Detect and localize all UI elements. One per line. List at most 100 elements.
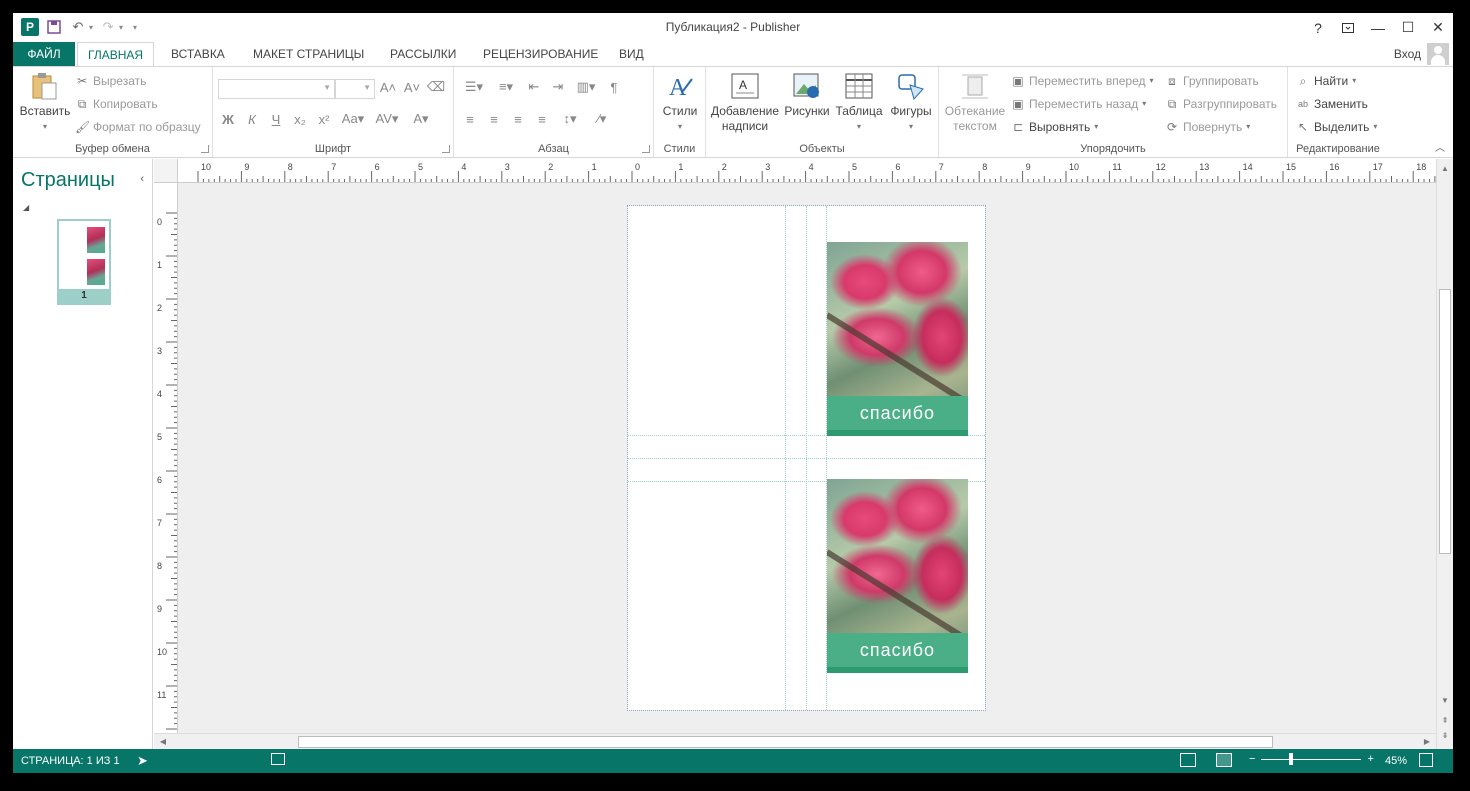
tab-page-design[interactable]: МАКЕТ СТРАНИЦЫ <box>243 42 374 66</box>
copy-label: Копировать <box>93 97 158 111</box>
bring-forward-label: Переместить вперед <box>1029 74 1146 88</box>
publication-page[interactable]: спасибо спасибо <box>627 205 986 711</box>
page-thumbnail[interactable]: 1 <box>57 219 111 305</box>
previous-page-icon[interactable]: ⇞ <box>1438 714 1452 728</box>
minimize-button[interactable]: — <box>1363 13 1393 42</box>
zoom-knob[interactable] <box>1289 752 1294 765</box>
columns-icon[interactable]: ▥▾ <box>572 79 600 95</box>
horizontal-ruler[interactable]: 10 9 8 7 6 5 4 3 2 1 0 1 2 3 4 5 6 7 8 9 10 11 12 13 14 15 16 17 18 <box>178 159 1438 183</box>
group-icon: ⧈ <box>1168 74 1176 88</box>
thank-you-card-bottom[interactable]: спасибо <box>827 479 968 673</box>
vertical-scroll-thumb[interactable] <box>1439 289 1451 554</box>
tab-home[interactable]: ГЛАВНАЯ <box>77 42 154 67</box>
help-button[interactable]: ? <box>1303 13 1333 42</box>
styles-button[interactable]: A Стили ▾ <box>660 71 700 134</box>
ungroup-button[interactable]: ⧉ Разгруппировать <box>1165 94 1277 114</box>
pictures-button[interactable]: Рисунки <box>782 71 832 119</box>
line-spacing-icon[interactable]: ↕▾ <box>556 111 584 127</box>
underline-button[interactable]: Ч <box>266 112 286 127</box>
align-button[interactable]: ⊏ Выровнять ▾ <box>1011 117 1098 137</box>
font-size-combo[interactable]: ▼ <box>335 79 375 99</box>
zoom-slider[interactable]: − + <box>1249 752 1374 765</box>
pilcrow-icon[interactable]: ¶ <box>604 80 624 95</box>
two-page-view-icon[interactable] <box>1216 753 1232 767</box>
tab-review[interactable]: РЕЦЕНЗИРОВАНИЕ <box>473 42 608 66</box>
paragraph-launcher-icon[interactable] <box>642 145 650 153</box>
justify-icon[interactable]: ≡ <box>532 112 552 127</box>
increase-indent-icon[interactable]: ⇥ <box>548 79 568 95</box>
shrink-font-icon[interactable]: A˅ <box>402 80 422 95</box>
format-painter-button[interactable]: 🖌 Формат по образцу <box>75 117 201 137</box>
horizontal-scroll-thumb[interactable] <box>298 736 1273 748</box>
bring-forward-button[interactable]: ▣ Переместить вперед ▾ <box>1011 71 1153 91</box>
copy-button[interactable]: ⧉ Копировать <box>75 94 158 114</box>
ruler-corner[interactable] <box>154 159 178 183</box>
align-left-icon[interactable]: ≡ <box>460 112 480 127</box>
ruler-label: 15 <box>1286 162 1296 172</box>
bullets-icon[interactable]: ☰▾ <box>460 79 488 95</box>
group-paragraph: ☰▾ ≡▾ ⇤ ⇥ ▥▾ ¶ ≡ ≡ ≡ ≡ ↕▾ ⁄▾ Абзац <box>454 67 654 157</box>
vertical-scrollbar[interactable]: ▲ ▼ ⇞ ⇟ <box>1436 159 1453 749</box>
zoom-in-icon[interactable]: + <box>1367 753 1373 765</box>
align-center-icon[interactable]: ≡ <box>484 112 504 127</box>
superscript-icon[interactable]: x² <box>314 112 334 127</box>
font-name-combo[interactable]: ▼ <box>218 79 335 99</box>
cursor-position-icon: ➤ <box>137 753 148 768</box>
draw-textbox-button[interactable]: A Добавление надписи <box>710 71 780 134</box>
paragraph-shading-icon[interactable]: ⁄▾ <box>588 111 616 127</box>
avatar[interactable] <box>1427 43 1449 65</box>
italic-button[interactable]: К <box>242 112 262 127</box>
zoom-track[interactable] <box>1261 752 1362 765</box>
zoom-out-icon[interactable]: − <box>1249 753 1255 765</box>
group-label-editing: Редактирование <box>1296 143 1380 155</box>
tab-file[interactable]: ФАЙЛ <box>13 42 75 66</box>
page-indicator[interactable]: СТРАНИЦА: 1 ИЗ 1 <box>21 755 120 767</box>
font-color-icon[interactable]: A▾ <box>406 111 436 127</box>
table-button[interactable]: Таблица ▾ <box>834 71 884 134</box>
scroll-right-icon[interactable]: ▶ <box>1420 735 1434 749</box>
close-button[interactable]: ✕ <box>1423 13 1453 42</box>
subscript-icon[interactable]: x₂ <box>290 112 310 127</box>
collapse-pane-icon[interactable]: ‹ <box>140 173 144 185</box>
decrease-indent-icon[interactable]: ⇤ <box>524 79 544 95</box>
clipboard-launcher-icon[interactable] <box>201 145 209 153</box>
next-page-icon[interactable]: ⇟ <box>1438 729 1452 743</box>
replace-button[interactable]: ab Заменить <box>1296 94 1368 114</box>
clear-formatting-icon[interactable]: ⌫ <box>426 79 446 95</box>
grow-font-icon[interactable]: A˄ <box>378 80 398 95</box>
collapse-ribbon-icon[interactable]: ︿ <box>1435 139 1445 154</box>
scroll-up-icon[interactable]: ▲ <box>1438 162 1452 176</box>
align-right-icon[interactable]: ≡ <box>508 112 528 127</box>
tab-insert[interactable]: ВСТАВКА <box>161 42 235 66</box>
maximize-button[interactable]: ☐ <box>1393 13 1423 42</box>
sign-in-link[interactable]: Вход <box>1394 47 1421 61</box>
font-launcher-icon[interactable] <box>442 145 450 153</box>
send-backward-button[interactable]: ▣ Переместить назад ▾ <box>1011 94 1146 114</box>
zoom-level[interactable]: 45% <box>1385 755 1407 767</box>
vertical-ruler[interactable]: 0123456789101112 <box>154 183 178 733</box>
single-page-view-icon[interactable] <box>1180 753 1196 767</box>
cut-button[interactable]: ✂ Вырезать <box>75 71 146 91</box>
ribbon-display-button[interactable] <box>1333 13 1363 42</box>
section-expand-icon[interactable]: ◢ <box>23 203 29 212</box>
workspace-canvas[interactable]: спасибо спасибо <box>178 183 1436 733</box>
horizontal-scrollbar[interactable]: ◀ ▶ <box>154 733 1436 749</box>
scroll-down-icon[interactable]: ▼ <box>1438 694 1452 708</box>
find-button[interactable]: ⌕ Найти ▾ <box>1296 71 1357 91</box>
bold-button[interactable]: Ж <box>218 112 238 127</box>
thank-you-card-top[interactable]: спасибо <box>827 242 968 436</box>
group-button[interactable]: ⧈ Группировать <box>1165 71 1259 91</box>
shapes-button[interactable]: Фигуры ▾ <box>886 71 936 134</box>
change-case-icon[interactable]: Aa▾ <box>338 111 368 127</box>
wrap-text-button[interactable]: Обтекание текстом <box>943 71 1007 134</box>
object-size-icon[interactable] <box>271 753 285 765</box>
character-spacing-icon[interactable]: AV▾ <box>372 111 402 127</box>
tab-view[interactable]: ВИД <box>609 42 654 66</box>
tab-mailings[interactable]: РАССЫЛКИ <box>380 42 466 66</box>
scroll-left-icon[interactable]: ◀ <box>156 735 170 749</box>
rotate-button[interactable]: ⟳ Повернуть ▾ <box>1165 117 1250 137</box>
fit-page-icon[interactable] <box>1419 753 1433 767</box>
paste-button[interactable]: Вставить ▾ <box>17 71 73 134</box>
select-button[interactable]: ↖ Выделить ▾ <box>1296 117 1377 137</box>
numbering-icon[interactable]: ≡▾ <box>492 79 520 95</box>
